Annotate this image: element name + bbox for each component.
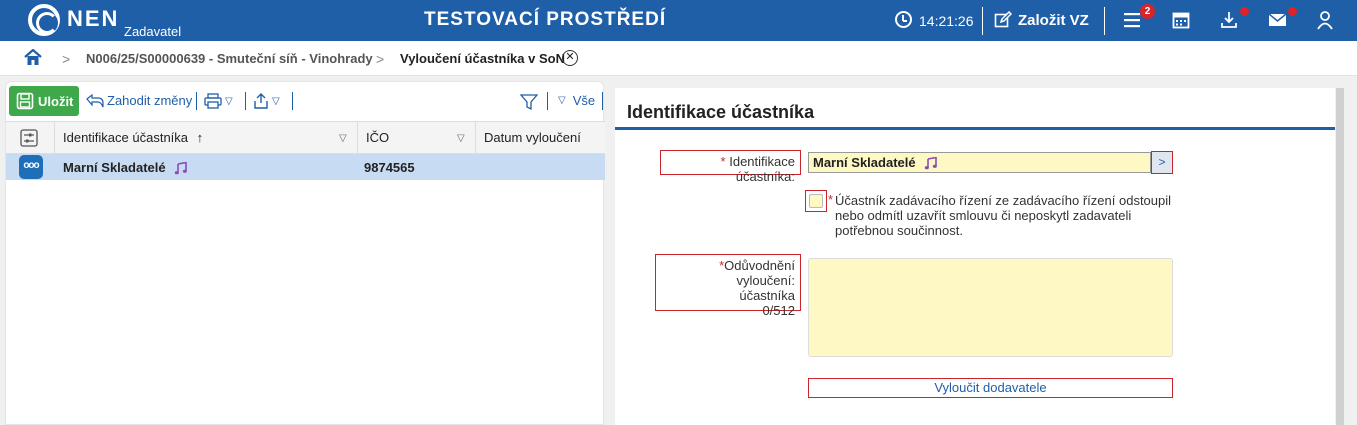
participant-name: Marní Skladatelé (63, 160, 166, 175)
column-header-date[interactable]: Datum vyloučení (475, 122, 605, 154)
participant-label-text: Identifikace účastníka: (729, 154, 795, 184)
divider (245, 92, 246, 110)
sort-ascending-icon[interactable]: ↑ (197, 130, 204, 145)
participant-detail-panel: Identifikace účastníka * Identifikace úč… (615, 88, 1335, 425)
column-filter-icon[interactable]: ▽ (457, 123, 465, 155)
withdrawal-checkbox[interactable] (805, 190, 827, 212)
export-button[interactable]: ▽ (253, 93, 280, 109)
download-icon[interactable] (1220, 10, 1242, 32)
save-button[interactable]: Uložit (9, 86, 79, 116)
environment-title: TESTOVACÍ PROSTŘEDÍ (424, 9, 667, 30)
discard-button[interactable]: Zahodit změny (86, 93, 192, 108)
required-mark: * (720, 154, 726, 169)
reason-char-counter: 0/512 (762, 303, 795, 318)
list-toolbar: Uložit Zahodit změny ▽ ▽ ▽ Vše (6, 82, 605, 120)
menu-badge: 2 (1140, 4, 1155, 19)
breadcrumb-item[interactable]: N006/25/S00000639 - Smuteční síň - Vinoh… (86, 51, 373, 66)
logo-subtitle: Zadavatel (124, 24, 182, 39)
column-filter-icon[interactable]: ▽ (339, 123, 347, 155)
top-bar: NEN Zadavatel TESTOVACÍ PROSTŘEDÍ 14:21:… (0, 0, 1357, 41)
save-label: Uložit (38, 93, 74, 109)
create-tender-label: Založit VZ (1018, 11, 1089, 29)
home-icon[interactable] (24, 49, 42, 66)
chevron-right-icon: > (62, 51, 71, 67)
participant-field-label: * Identifikace účastníka: (660, 150, 801, 184)
create-tender-button[interactable]: Založit VZ (994, 10, 1089, 30)
column-label: IČO (366, 130, 390, 145)
table-row[interactable]: ooo Marní Skladatelé 9874565 (6, 154, 605, 180)
participant-lookup-button[interactable]: > (1151, 151, 1173, 174)
session-time: 14:21:26 (919, 13, 974, 29)
exclude-supplier-button[interactable]: Vyloučit dodavatele (808, 378, 1173, 398)
participant-name-cell: Marní Skladatelé (63, 160, 188, 175)
dropdown-caret-icon: ▽ (272, 95, 280, 107)
grid-header: Identifikace účastníka ↑ ▽ IČO ▽ Datum v… (6, 121, 605, 154)
chevron-right-icon: > (1158, 155, 1166, 169)
scrollbar-track[interactable] (1344, 76, 1357, 425)
chevron-right-icon: > (376, 51, 385, 67)
clock-icon (895, 11, 912, 28)
required-mark: * (828, 192, 834, 207)
row-actions-icon[interactable]: ooo (19, 155, 43, 179)
column-label: Datum vyloučení (484, 130, 581, 145)
divider (292, 92, 293, 110)
filter-label: Vše (572, 93, 596, 108)
divider (196, 92, 197, 110)
dropdown-caret-icon: ▽ (225, 95, 233, 107)
reason-label-text: Odůvodnění vyloučení: (724, 258, 795, 288)
share-icon (254, 93, 268, 109)
reason-field-label: *Odůvodnění vyloučení: účastníka 0/512 (655, 254, 801, 318)
music-note-icon (925, 157, 938, 170)
print-button[interactable]: ▽ (204, 93, 233, 109)
undo-icon (86, 93, 104, 107)
edit-icon (994, 11, 1012, 28)
column-label: Identifikace účastníka (63, 130, 189, 145)
divider (982, 7, 983, 35)
breadcrumb: > N006/25/S00000639 - Smuteční síň - Vin… (0, 41, 1357, 76)
participant-list-panel: Uložit Zahodit změny ▽ ▽ ▽ Vše Identifik… (5, 81, 605, 425)
column-settings-icon[interactable] (20, 129, 38, 147)
section-title: Identifikace účastníka (627, 102, 815, 122)
dropdown-caret-icon: ▽ (558, 95, 566, 106)
reason-textarea[interactable] (808, 258, 1173, 357)
print-icon (204, 93, 222, 109)
music-note-icon (175, 162, 188, 175)
discard-label: Zahodit změny (107, 93, 193, 108)
section-underline (615, 127, 1335, 130)
calendar-icon[interactable] (1172, 10, 1194, 32)
participant-value: Marní Skladatelé (813, 155, 916, 170)
user-icon[interactable] (1316, 10, 1338, 32)
column-header-participant[interactable]: Identifikace účastníka ↑ (54, 122, 357, 154)
filter-select[interactable]: ▽ Vše (558, 93, 595, 108)
notification-dot (1288, 7, 1297, 16)
reason-label-text-2: účastníka (739, 288, 795, 303)
notification-dot (1240, 7, 1249, 16)
withdrawal-checkbox-label: Účastník zadávacího řízení ze zadávacího… (835, 193, 1172, 238)
ico-cell: 9874565 (364, 160, 415, 175)
logo-text[interactable]: NEN (67, 6, 119, 32)
divider (602, 92, 603, 110)
filter-icon[interactable] (520, 93, 538, 111)
scrollbar-thumb[interactable] (1336, 88, 1344, 425)
save-icon (16, 92, 34, 110)
divider (1104, 7, 1105, 35)
participant-field[interactable]: Marní Skladatelé (808, 152, 1151, 173)
checkbox-box (809, 194, 823, 208)
mail-icon[interactable] (1268, 10, 1290, 32)
breadcrumb-current: Vyloučení účastníka v SoN (400, 51, 565, 66)
divider (547, 92, 548, 110)
close-tab-icon[interactable]: ✕ (562, 50, 578, 66)
nen-logo-icon[interactable] (28, 4, 60, 36)
